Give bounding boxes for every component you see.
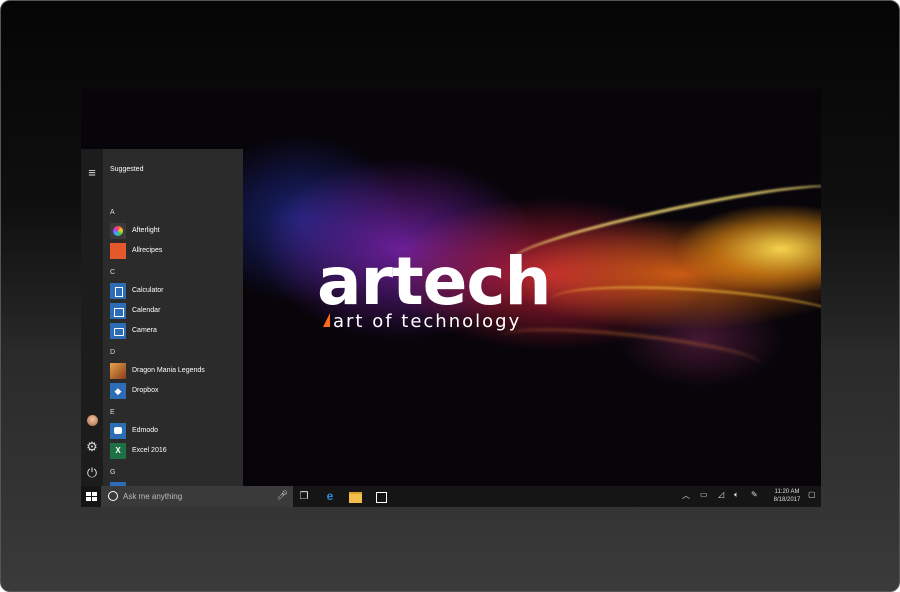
app-afterlight[interactable]: Afterlight bbox=[110, 223, 238, 239]
calendar-icon bbox=[110, 303, 126, 319]
excel-icon: X bbox=[110, 443, 126, 459]
avatar[interactable] bbox=[84, 413, 100, 429]
allrecipes-icon bbox=[110, 243, 126, 259]
app-label: Camera bbox=[132, 327, 157, 334]
brand-tagline-text: art of technology bbox=[333, 311, 522, 332]
app-label: Dropbox bbox=[132, 387, 159, 394]
app-label: Allrecipes bbox=[132, 247, 163, 254]
app-label: Calculator bbox=[132, 287, 164, 294]
chevron-up-icon[interactable]: ︿ bbox=[682, 490, 690, 501]
power-icon[interactable]: ⏻ bbox=[84, 465, 100, 481]
pen-icon[interactable]: ✎ bbox=[751, 490, 758, 499]
dropbox-icon: ◆ bbox=[110, 383, 126, 399]
battery-icon[interactable]: ▭ bbox=[700, 490, 708, 499]
dragon-icon bbox=[110, 363, 126, 379]
gear-icon[interactable]: ⚙ bbox=[84, 439, 100, 455]
start-menu: Suggested A Afterlight Allrecipes C Calc… bbox=[103, 149, 243, 486]
app-allrecipes[interactable]: Allrecipes bbox=[110, 243, 238, 259]
logo-accent-mark bbox=[323, 313, 330, 327]
calculator-icon bbox=[110, 283, 126, 299]
tablet-frame: artech art of technology ≡ ⚙ ⏻ Suggested… bbox=[0, 0, 900, 592]
section-letter-c[interactable]: C bbox=[110, 269, 115, 276]
section-letter-a[interactable]: A bbox=[110, 209, 115, 216]
app-calculator[interactable]: Calculator bbox=[110, 283, 238, 299]
edmodo-icon bbox=[110, 423, 126, 439]
clock-time: 11:20 AM bbox=[774, 489, 800, 495]
cortana-icon bbox=[108, 491, 118, 501]
camera-icon bbox=[110, 323, 126, 339]
file-explorer-icon[interactable] bbox=[347, 489, 363, 504]
brand-name: artech bbox=[317, 243, 552, 320]
clock[interactable]: 11:20 AM 8/18/2017 bbox=[770, 488, 804, 504]
edge-browser-icon[interactable]: e bbox=[322, 489, 338, 504]
clock-date: 8/18/2017 bbox=[773, 497, 801, 503]
search-box[interactable]: Ask me anything 🎤︎ bbox=[101, 486, 293, 507]
app-label: Excel 2016 bbox=[132, 447, 167, 454]
brand-logo: artech art of technology bbox=[317, 243, 597, 333]
app-camera[interactable]: Camera bbox=[110, 323, 238, 339]
wifi-icon[interactable]: ◿ bbox=[718, 490, 724, 499]
store-icon[interactable] bbox=[373, 489, 389, 504]
search-placeholder: Ask me anything bbox=[123, 492, 183, 501]
hamburger-icon[interactable]: ≡ bbox=[84, 165, 100, 181]
app-label: Dragon Mania Legends bbox=[132, 367, 205, 374]
task-view-icon[interactable]: ❐ bbox=[297, 489, 311, 504]
action-center-icon[interactable]: ▢ bbox=[808, 490, 816, 499]
taskbar: Ask me anything 🎤︎ ❐ e ︿ ▭ ◿ 🔈︎ ✎ 11:20 … bbox=[81, 486, 821, 507]
app-calendar[interactable]: Calendar bbox=[110, 303, 238, 319]
section-letter-e[interactable]: E bbox=[110, 409, 115, 416]
section-letter-g[interactable]: G bbox=[110, 469, 115, 476]
suggested-header: Suggested bbox=[110, 166, 144, 173]
app-label: Calendar bbox=[132, 307, 161, 314]
microphone-icon[interactable]: 🎤︎ bbox=[277, 490, 288, 501]
app-dropbox[interactable]: ◆ Dropbox bbox=[110, 383, 238, 399]
brand-tagline: art of technology bbox=[317, 311, 597, 332]
afterlight-icon bbox=[110, 223, 126, 239]
app-excel-2016[interactable]: X Excel 2016 bbox=[110, 443, 238, 459]
screen: artech art of technology ≡ ⚙ ⏻ Suggested… bbox=[81, 89, 821, 507]
section-letter-d[interactable]: D bbox=[110, 349, 115, 356]
app-label: Edmodo bbox=[132, 427, 159, 434]
volume-icon[interactable]: 🔈︎ bbox=[734, 490, 739, 500]
start-menu-rail: ≡ ⚙ ⏻ bbox=[81, 149, 103, 486]
app-dragon-mania-legends[interactable]: Dragon Mania Legends bbox=[110, 363, 238, 379]
app-edmodo[interactable]: Edmodo bbox=[110, 423, 238, 439]
app-label: Afterlight bbox=[132, 227, 160, 234]
windows-start-icon[interactable] bbox=[84, 489, 98, 504]
